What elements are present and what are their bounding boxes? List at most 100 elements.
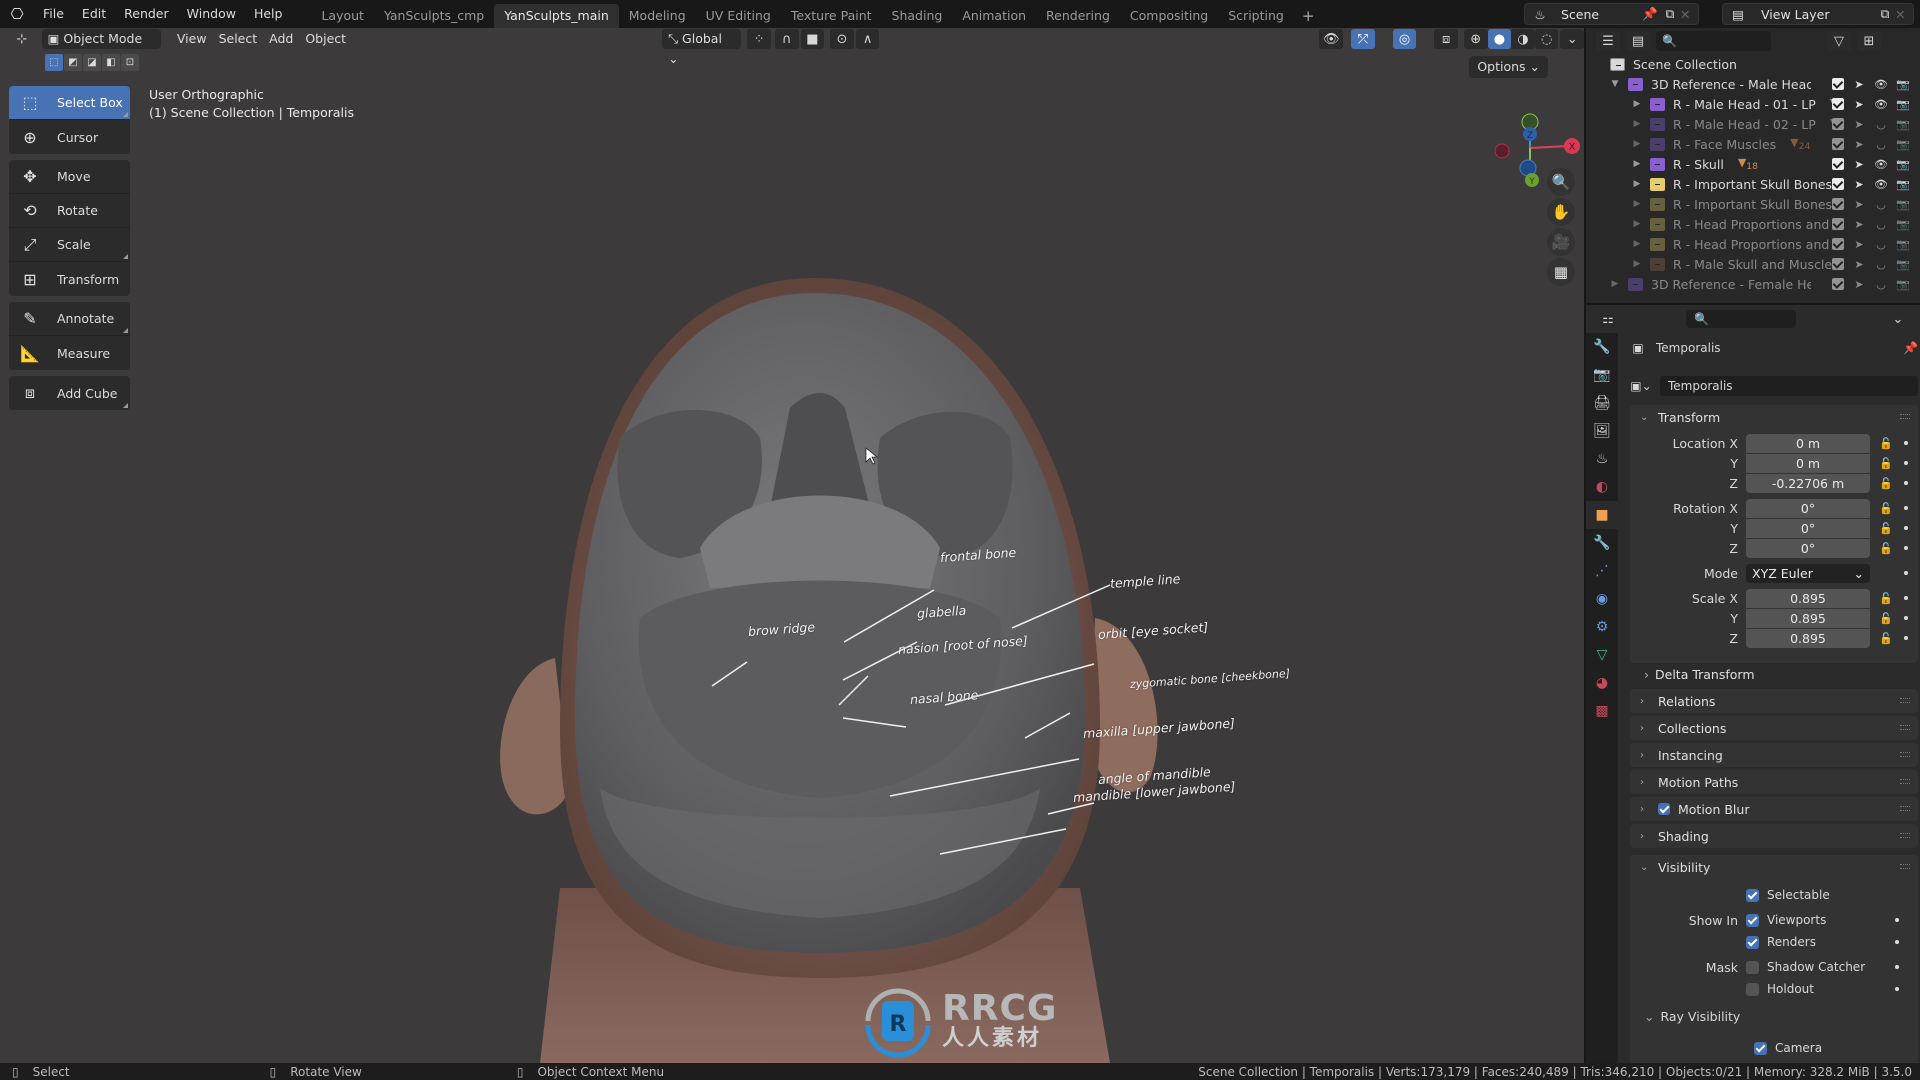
render-camera-icon[interactable]: 📷 — [1896, 258, 1910, 271]
selectable-arrow-icon[interactable]: ➤ — [1852, 278, 1866, 291]
selectable-arrow-icon[interactable]: ➤ — [1852, 218, 1866, 231]
selectable-arrow-icon[interactable]: ➤ — [1852, 98, 1866, 111]
render-camera-icon[interactable]: 📷 — [1896, 218, 1910, 231]
drag-handle[interactable] — [1900, 698, 1910, 703]
lock-icon[interactable]: 🔓 — [1876, 542, 1896, 555]
tool-rotate[interactable]: ⟲ Rotate — [9, 194, 130, 228]
output-tab-icon[interactable]: 🖨 — [1586, 389, 1618, 417]
scale-x-field[interactable]: 0.895 — [1746, 588, 1870, 608]
panel-shading[interactable]: › Shading — [1630, 824, 1918, 848]
drag-handle[interactable] — [1900, 725, 1910, 730]
view-layer-name[interactable]: View Layer — [1753, 7, 1875, 22]
selectable-arrow-icon[interactable]: ➤ — [1852, 178, 1866, 191]
drag-handle[interactable] — [1900, 833, 1910, 838]
tool-transform[interactable]: ⊞ Transform — [9, 262, 130, 296]
hidden-eye-icon[interactable]: ◡ — [1874, 258, 1888, 271]
keyframe-dot[interactable] — [1895, 965, 1899, 969]
hidden-eye-icon[interactable]: ◡ — [1874, 138, 1888, 151]
ray-visibility-subpanel[interactable]: ⌄ Ray Visibility — [1644, 1009, 1740, 1024]
tab-uv-editing[interactable]: UV Editing — [696, 4, 781, 28]
outliner-item[interactable]: ▶ R - Important Skull Bones - Fro ➤ 👁 📷 — [1586, 174, 1920, 194]
rotation-x-field[interactable]: 0° — [1746, 498, 1870, 518]
new-view-layer-icon[interactable]: ⧉ — [1875, 6, 1895, 22]
rotation-y-field[interactable]: 0° — [1746, 518, 1870, 538]
render-camera-icon[interactable]: 📷 — [1896, 118, 1910, 131]
exclude-checkbox[interactable] — [1832, 78, 1844, 90]
tab-scripting[interactable]: Scripting — [1218, 4, 1294, 28]
ortho-toggle-icon[interactable]: ▦ — [1547, 258, 1575, 286]
exclude-checkbox[interactable] — [1832, 118, 1844, 130]
modifier-tab-icon[interactable]: 🔧 — [1586, 529, 1618, 557]
hidden-eye-icon[interactable]: ◡ — [1874, 278, 1888, 291]
3d-viewport[interactable]: ⊹ ▣ Object Mode ⌄ View Select Add Object… — [0, 28, 1584, 1063]
render-camera-icon[interactable]: 📷 — [1896, 278, 1910, 291]
selectable-arrow-icon[interactable]: ➤ — [1852, 118, 1866, 131]
outliner-item[interactable]: ▶ R - Important Skull Bones - Pro ➤ ◡ 📷 — [1586, 194, 1920, 214]
transform-panel-header[interactable]: ⌄ Transform — [1630, 405, 1918, 429]
tab-layout[interactable]: Layout — [311, 4, 374, 28]
lock-icon[interactable]: 🔓 — [1876, 477, 1896, 490]
rotation-z-field[interactable]: 0° — [1746, 538, 1870, 558]
hidden-eye-icon[interactable]: ◡ — [1874, 238, 1888, 251]
modifier-badge-icon[interactable]: ▼24 — [1790, 136, 1810, 152]
scale-z-field[interactable]: 0.895 — [1746, 628, 1870, 648]
tool-cursor[interactable]: ⊕ Cursor — [9, 120, 130, 154]
exclude-checkbox[interactable] — [1832, 178, 1844, 190]
add-workspace-button[interactable]: + — [1294, 4, 1323, 28]
location-z-field[interactable]: -0.22706 m — [1746, 473, 1870, 493]
location-x-field[interactable]: 0 m — [1746, 433, 1870, 453]
menu-edit[interactable]: Edit — [73, 0, 115, 28]
holdout-checkbox[interactable] — [1746, 982, 1759, 996]
outliner-item[interactable]: ▶ R - Skull ▼18 ➤ 👁 📷 — [1586, 154, 1920, 174]
exclude-checkbox[interactable] — [1832, 98, 1844, 110]
keyframe-dot[interactable] — [1895, 918, 1899, 922]
outliner-scene-collection[interactable]: Scene Collection — [1586, 54, 1920, 74]
selectable-checkbox[interactable] — [1746, 888, 1759, 902]
view-layer-selector[interactable]: ▤ View Layer ⧉ ✕ — [1722, 3, 1914, 25]
view-layer-tab-icon[interactable]: 🖼 — [1586, 417, 1618, 445]
exclude-checkbox[interactable] — [1832, 218, 1844, 230]
object-browse-icon[interactable]: ▣⌄ — [1628, 379, 1654, 393]
selectable-arrow-icon[interactable]: ➤ — [1852, 78, 1866, 91]
material-tab-icon[interactable]: ◕ — [1586, 669, 1618, 697]
panel-motion-paths[interactable]: › Motion Paths — [1630, 770, 1918, 794]
menu-help[interactable]: Help — [245, 0, 292, 28]
keyframe-dot[interactable] — [1904, 636, 1908, 640]
pan-view-icon[interactable]: ✋ — [1547, 198, 1575, 226]
drag-handle[interactable] — [1900, 752, 1910, 757]
selectable-arrow-icon[interactable]: ➤ — [1852, 138, 1866, 151]
tab-modeling[interactable]: Modeling — [619, 4, 696, 28]
tab-texture-paint[interactable]: Texture Paint — [781, 4, 882, 28]
world-tab-icon[interactable]: ◐ — [1586, 473, 1618, 501]
keyframe-dot[interactable] — [1904, 461, 1908, 465]
expand-arrow-icon[interactable]: ▶ — [1630, 139, 1644, 149]
keyframe-dot[interactable] — [1904, 441, 1908, 445]
object-name-field[interactable]: Temporalis — [1660, 376, 1918, 396]
tab-yansculpts-cmp[interactable]: YanSculpts_cmp — [374, 4, 494, 28]
lock-icon[interactable]: 🔓 — [1876, 592, 1896, 605]
zoom-view-icon[interactable]: 🔍 — [1547, 168, 1575, 196]
expand-arrow-icon[interactable]: ▶ — [1630, 219, 1644, 229]
outliner-filter-icon[interactable]: ▽ — [1827, 31, 1851, 51]
lock-icon[interactable]: 🔓 — [1876, 522, 1896, 535]
eye-icon[interactable]: 👁 — [1874, 78, 1888, 91]
tool-select-box[interactable]: ⬚ Select Box — [9, 86, 130, 120]
location-y-field[interactable]: 0 m — [1746, 453, 1870, 473]
panel-instancing[interactable]: › Instancing — [1630, 743, 1918, 767]
exclude-checkbox[interactable] — [1832, 158, 1844, 170]
renders-checkbox[interactable] — [1746, 935, 1759, 949]
scene-selector[interactable]: ♨ Scene 📌 ⧉ ✕ — [1524, 3, 1699, 25]
outliner-search-input[interactable]: 🔍 — [1656, 31, 1771, 51]
expand-arrow-icon[interactable]: ▶ — [1630, 119, 1644, 129]
outliner-item[interactable]: ▶R - Male Head - 02 - LP▼➤◡📷 — [1586, 114, 1920, 134]
pin-properties-icon[interactable]: 📌 — [1903, 341, 1918, 355]
drag-handle[interactable] — [1900, 779, 1910, 784]
lock-icon[interactable]: 🔓 — [1876, 632, 1896, 645]
hidden-eye-icon[interactable]: ◡ — [1874, 198, 1888, 211]
expand-arrow-icon[interactable]: ▶ — [1630, 159, 1644, 169]
new-scene-icon[interactable]: ⧉ — [1660, 6, 1680, 22]
tab-animation[interactable]: Animation — [952, 4, 1036, 28]
properties-editor-type-icon[interactable]: ⚏ — [1596, 309, 1620, 329]
tool-tab-icon[interactable]: 🔧 — [1586, 333, 1618, 361]
eye-icon[interactable]: 👁 — [1874, 158, 1888, 171]
